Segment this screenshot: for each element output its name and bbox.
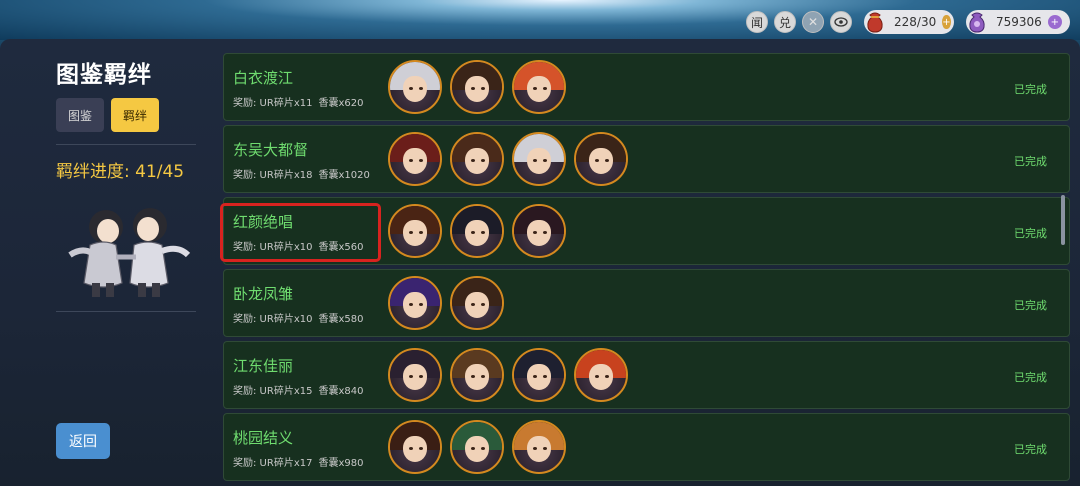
avatar-group <box>388 420 566 474</box>
tab-collection[interactable]: 图鉴 <box>56 98 104 132</box>
tab-bonds[interactable]: 羁绊 <box>111 98 159 132</box>
character-avatar[interactable] <box>512 420 566 474</box>
pouch-add-icon[interactable]: + <box>942 15 951 29</box>
character-avatar[interactable] <box>450 60 504 114</box>
character-avatar[interactable] <box>574 132 628 186</box>
character-avatar[interactable] <box>512 348 566 402</box>
status-label: 已完成 <box>1014 227 1047 240</box>
character-avatar[interactable] <box>450 132 504 186</box>
bond-name: 白衣渡江 <box>233 69 294 87</box>
avatar-group <box>388 276 504 330</box>
bond-name: 桃园结义 <box>233 429 294 447</box>
character-avatar[interactable] <box>450 204 504 258</box>
status-label: 已完成 <box>1014 443 1047 456</box>
bond-name: 卧龙凤雏 <box>233 285 294 303</box>
bond-name: 东吴大都督 <box>233 141 309 159</box>
character-avatar[interactable] <box>450 348 504 402</box>
bond-reward: 奖励: UR碎片x10 香囊x580 <box>233 314 364 325</box>
scrollbar[interactable] <box>1061 195 1065 245</box>
character-avatar[interactable] <box>512 204 566 258</box>
character-avatar[interactable] <box>574 348 628 402</box>
gem-add-icon[interactable]: + <box>1047 15 1062 29</box>
character-avatar[interactable] <box>512 132 566 186</box>
bond-row[interactable]: 卧龙凤雏 奖励: UR碎片x10 香囊x580 已完成 <box>223 269 1070 337</box>
character-avatar[interactable] <box>388 204 442 258</box>
avatar-group <box>388 132 628 186</box>
resource-gem: 759306 + <box>966 10 1070 34</box>
status-label: 已完成 <box>1014 83 1047 96</box>
avatar-group <box>388 204 566 258</box>
character-avatar[interactable] <box>388 132 442 186</box>
character-avatar[interactable] <box>388 276 442 330</box>
pouch-icon <box>860 6 890 36</box>
gem-bag-icon <box>962 6 992 36</box>
bond-reward: 奖励: UR碎片x11 香囊x620 <box>233 98 364 109</box>
bond-progress: 羁绊进度: 41/45 <box>56 162 185 182</box>
gem-count: 759306 <box>996 15 1042 29</box>
close-icon[interactable]: ✕ <box>802 11 824 33</box>
status-label: 已完成 <box>1014 371 1047 384</box>
character-avatar[interactable] <box>388 60 442 114</box>
top-bar: 闻 兑 ✕ 228/30 + 759306 + <box>746 9 1070 35</box>
chibi-mascot-image <box>56 195 196 305</box>
bond-row[interactable]: 白衣渡江 奖励: UR碎片x11 香囊x620 已完成 <box>223 53 1070 121</box>
highlight-frame <box>220 203 381 262</box>
character-avatar[interactable] <box>450 420 504 474</box>
character-avatar[interactable] <box>450 276 504 330</box>
character-avatar[interactable] <box>512 60 566 114</box>
bond-row[interactable]: 江东佳丽 奖励: UR碎片x15 香囊x840 已完成 <box>223 341 1070 409</box>
status-label: 已完成 <box>1014 155 1047 168</box>
resource-pouch: 228/30 + <box>864 10 954 34</box>
page-title: 图鉴羁绊 <box>56 62 152 88</box>
eye-icon[interactable] <box>830 11 852 33</box>
exchange-button[interactable]: 兑 <box>774 11 796 33</box>
bond-reward: 奖励: UR碎片x18 香囊x1020 <box>233 170 370 181</box>
wen-button[interactable]: 闻 <box>746 11 768 33</box>
character-avatar[interactable] <box>388 420 442 474</box>
back-button[interactable]: 返回 <box>56 423 110 459</box>
bond-reward: 奖励: UR碎片x17 香囊x980 <box>233 458 364 469</box>
bond-name: 江东佳丽 <box>233 357 294 375</box>
character-avatar[interactable] <box>388 348 442 402</box>
bond-reward: 奖励: UR碎片x15 香囊x840 <box>233 386 364 397</box>
avatar-group <box>388 348 628 402</box>
bond-row[interactable]: 桃园结义 奖励: UR碎片x17 香囊x980 已完成 <box>223 413 1070 481</box>
divider <box>56 144 196 145</box>
bond-row[interactable]: 东吴大都督 奖励: UR碎片x18 香囊x1020 已完成 <box>223 125 1070 193</box>
divider <box>56 311 196 312</box>
avatar-group <box>388 60 566 114</box>
pouch-count: 228/30 <box>894 15 937 29</box>
status-label: 已完成 <box>1014 299 1047 312</box>
bond-list[interactable]: 白衣渡江 奖励: UR碎片x11 香囊x620 已完成 东吴大都督 奖励: UR碎… <box>223 53 1070 486</box>
